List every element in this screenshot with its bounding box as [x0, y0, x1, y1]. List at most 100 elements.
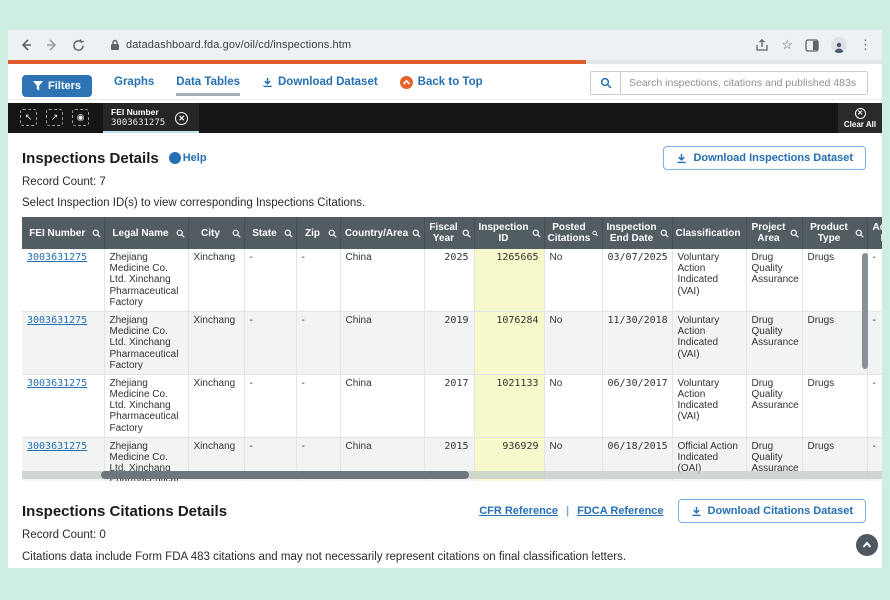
back-icon[interactable]	[18, 37, 34, 53]
cell-legal-name: Zhejiang Medicine Co. Ltd. Xinchang Phar…	[104, 249, 188, 311]
graphs-label: Graphs	[114, 76, 154, 88]
browser-window: datadashboard.fda.gov/oil/cd/inspections…	[8, 30, 882, 568]
search-icon[interactable]	[591, 72, 621, 94]
filter-chip-fei-number[interactable]: FEI Number 3003631275 ✕	[103, 103, 199, 133]
tab-graphs[interactable]: Graphs	[114, 76, 154, 96]
back-to-top-link[interactable]: Back to Top	[400, 76, 483, 97]
col-header-fei-number[interactable]: FEI Number	[22, 217, 104, 249]
column-search-icon	[532, 229, 541, 238]
cell-fiscal-year: 2019	[424, 311, 474, 374]
cell-zip: -	[296, 249, 340, 311]
column-search-icon	[462, 229, 471, 238]
site-toolbar: Filters Graphs Data Tables Download Data…	[8, 64, 882, 100]
cell-country: China	[340, 311, 424, 374]
sidepanel-icon[interactable]	[805, 39, 819, 52]
cfr-reference-link[interactable]: CFR Reference	[479, 505, 558, 517]
col-header-additional-details[interactable]: Additional Details	[867, 217, 882, 249]
cell-inspection-id[interactable]: 1265665	[474, 249, 544, 311]
cell-country: China	[340, 249, 424, 311]
cell-fei-number: 3003631275	[22, 374, 104, 437]
fei-number-link[interactable]: 3003631275	[27, 315, 87, 326]
table-vertical-scrollbar[interactable]	[862, 253, 868, 369]
back-to-top-icon	[400, 76, 413, 89]
cell-project-area: Drug Quality Assurance	[746, 374, 802, 437]
col-header-classification[interactable]: Classification	[672, 217, 746, 249]
page-load-progress-bar	[8, 60, 586, 64]
column-search-icon	[592, 229, 598, 238]
cell-inspection-id[interactable]: 1076284	[474, 311, 544, 374]
refresh-icon[interactable]	[70, 37, 86, 53]
col-header-zip[interactable]: Zip	[296, 217, 340, 249]
clear-all-filters-button[interactable]: ✕ Clear All	[838, 103, 882, 133]
page-load-progress-track	[8, 60, 882, 64]
fei-number-link[interactable]: 3003631275	[27, 441, 87, 452]
cell-zip: -	[296, 311, 340, 374]
col-header-posted-citations[interactable]: Posted Citations	[544, 217, 602, 249]
col-header-state[interactable]: State	[244, 217, 296, 249]
filter-chip-label: FEI Number	[111, 108, 165, 118]
cell-end-date: 03/07/2025	[602, 249, 672, 311]
download-inspections-dataset-button[interactable]: Download Inspections Dataset	[663, 146, 866, 170]
profile-avatar-icon[interactable]	[831, 37, 847, 53]
chevron-up-icon	[861, 539, 873, 551]
collapse-filters-icon[interactable]: ↖	[20, 109, 37, 126]
cell-additional: -	[867, 311, 882, 374]
inspections-table: FEI Number Legal Name City State Zip Cou…	[22, 217, 882, 481]
download-dataset-link[interactable]: Download Dataset	[262, 76, 378, 96]
clear-all-label: Clear All	[844, 120, 876, 129]
fdca-reference-link[interactable]: FDCA Reference	[577, 505, 663, 517]
scroll-to-top-button[interactable]	[856, 534, 878, 556]
search-box	[590, 71, 868, 95]
fei-number-link[interactable]: 3003631275	[27, 252, 87, 263]
browser-menu-icon[interactable]: ⋮	[859, 37, 872, 53]
column-search-icon	[232, 229, 241, 238]
table-horizontal-scrollbar[interactable]	[101, 471, 469, 479]
cell-inspection-id[interactable]: 1021133	[474, 374, 544, 437]
cell-project-area: Drug Quality Assurance	[746, 249, 802, 311]
link-separator: |	[566, 505, 569, 517]
inspections-instruction: Select Inspection ID(s) to view correspo…	[22, 197, 866, 209]
cell-state: -	[244, 249, 296, 311]
filters-button-label: Filters	[48, 80, 81, 92]
cell-product-type: Drugs	[802, 311, 867, 374]
remove-filter-icon[interactable]: ✕	[175, 112, 188, 125]
cell-posted-citations: No	[544, 311, 602, 374]
citations-note: Citations data include Form FDA 483 cita…	[22, 551, 866, 563]
col-header-inspection-id[interactable]: Inspection ID	[474, 217, 544, 249]
address-bar[interactable]: datadashboard.fda.gov/oil/cd/inspections…	[96, 39, 745, 51]
back-to-top-label: Back to Top	[418, 76, 483, 88]
share-icon[interactable]	[755, 39, 769, 52]
filter-chip-value: 3003631275	[111, 118, 165, 128]
forward-icon[interactable]	[44, 37, 60, 53]
cell-legal-name: Zhejiang Medicine Co. Ltd. Xinchang Phar…	[104, 374, 188, 437]
help-link[interactable]: ? Help	[169, 152, 207, 164]
col-header-inspection-end-date[interactable]: Inspection End Date	[602, 217, 672, 249]
cell-product-type: Drugs	[802, 374, 867, 437]
tab-data-tables[interactable]: Data Tables	[176, 76, 240, 96]
cell-state: -	[244, 374, 296, 437]
fei-number-link[interactable]: 3003631275	[27, 378, 87, 389]
help-label: Help	[183, 152, 207, 164]
cell-zip: -	[296, 374, 340, 437]
help-icon: ?	[169, 152, 181, 164]
col-header-fiscal-year[interactable]: Fiscal Year	[424, 217, 474, 249]
cell-classification: Voluntary Action Indicated (VAI)	[672, 249, 746, 311]
search-input[interactable]	[621, 72, 867, 94]
funnel-icon	[33, 81, 43, 91]
bookmark-star-icon[interactable]: ☆	[781, 37, 793, 53]
reset-filters-icon[interactable]: ◉	[72, 109, 89, 126]
column-search-icon	[176, 229, 185, 238]
col-header-legal-name[interactable]: Legal Name	[104, 217, 188, 249]
col-header-city[interactable]: City	[188, 217, 244, 249]
expand-filters-icon[interactable]: ↗	[46, 109, 63, 126]
data-tables-label: Data Tables	[176, 76, 240, 88]
table-row: 3003631275 Zhejiang Medicine Co. Ltd. Xi…	[22, 311, 882, 374]
browser-chrome: datadashboard.fda.gov/oil/cd/inspections…	[8, 30, 882, 60]
col-header-project-area[interactable]: Project Area	[746, 217, 802, 249]
col-header-country-area[interactable]: Country/Area	[340, 217, 424, 249]
col-header-product-type[interactable]: Product Type	[802, 217, 867, 249]
filters-button[interactable]: Filters	[22, 75, 92, 97]
cell-fiscal-year: 2025	[424, 249, 474, 311]
download-citations-dataset-button[interactable]: Download Citations Dataset	[678, 499, 866, 523]
inspections-table-container: FEI Number Legal Name City State Zip Cou…	[22, 217, 882, 481]
